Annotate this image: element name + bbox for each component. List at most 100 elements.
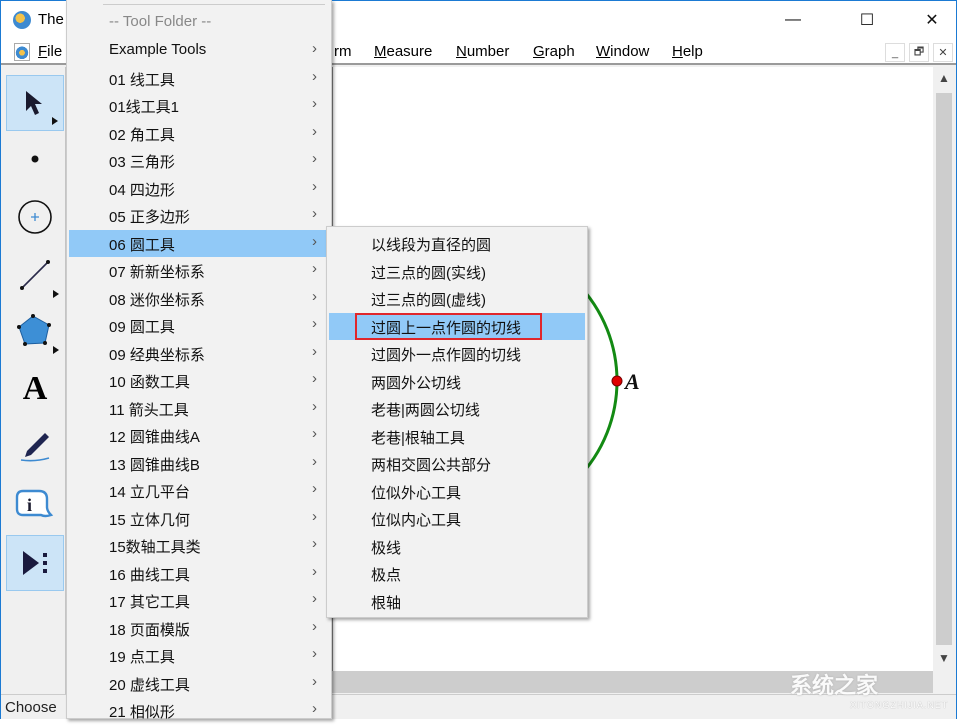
circle-tool-item[interactable]: 以线段为直径的圆 <box>329 230 585 258</box>
menu-file[interactable]: File <box>38 43 62 60</box>
maximize-button[interactable]: ☐ <box>844 1 890 39</box>
highlight-annotation-box <box>355 312 542 340</box>
circle-tool-item[interactable]: 老巷|两圆公切线 <box>329 395 585 423</box>
close-button[interactable]: ✕ <box>909 1 955 39</box>
polygon-tool[interactable] <box>6 303 64 359</box>
menu-item-label: 12 圆锥曲线A <box>109 429 200 446</box>
menu-header-label: -- Tool Folder -- <box>109 13 212 30</box>
info-icon: i <box>15 489 54 518</box>
text-tool[interactable]: A <box>6 361 64 417</box>
circle-tool-item[interactable]: 两相交圆公共部分 <box>329 450 585 478</box>
tool-folder-item[interactable]: 15 立体几何 › <box>69 505 329 533</box>
menu-help[interactable]: Help <box>672 43 703 60</box>
custom-tools[interactable] <box>6 535 64 591</box>
circle-tool-item[interactable]: 位似内心工具 <box>329 505 585 533</box>
menu-item-label: 两相交圆公共部分 <box>371 457 492 474</box>
menu-item-label: 过三点的圆(实线) <box>371 264 486 282</box>
menu-transform[interactable]: rm <box>334 43 352 60</box>
circle-tool-item[interactable]: 过三点的圆(虚线) <box>329 285 585 313</box>
tool-folder-item[interactable]: 13 圆锥曲线B › <box>69 450 329 478</box>
menu-number[interactable]: Number <box>456 43 509 60</box>
menu-item-label: 位似内心工具 <box>371 512 462 529</box>
point-tool[interactable] <box>6 131 64 187</box>
submenu-arrow-icon: › <box>312 260 317 277</box>
menu-item-label: 15 立体几何 <box>109 511 190 529</box>
submenu-arrow-icon: › <box>312 342 317 360</box>
circle-tool-item[interactable]: 位似外心工具 <box>329 478 585 506</box>
tool-folder-item[interactable]: 04 四边形 › <box>69 175 329 203</box>
tool-folder-item[interactable]: 14 立几平台 › <box>69 477 329 505</box>
submenu-arrow-icon: › <box>312 590 317 607</box>
watermark: 系统之家 <box>790 673 879 698</box>
scroll-up-icon[interactable]: ▲ <box>938 71 950 85</box>
doc-restore-button[interactable]: 🗗 <box>909 43 929 62</box>
segment-icon <box>20 260 50 290</box>
tool-folder-item[interactable]: 09 圆工具 › <box>69 312 329 340</box>
tool-folder-item[interactable]: 03 三角形 › <box>69 147 329 175</box>
submenu-arrow-icon: › <box>312 287 317 305</box>
custom-tools-icon <box>23 551 47 575</box>
menu-item-label: 极点 <box>371 567 402 584</box>
circle-tool-item[interactable]: 极点 <box>329 560 585 588</box>
tool-folder-item[interactable]: 20 虚线工具 › <box>69 670 329 698</box>
submenu-arrow-icon: › <box>312 700 317 717</box>
submenu-arrow-icon: › <box>312 95 317 112</box>
doc-close-button[interactable]: ✕ <box>933 43 953 62</box>
information-tool[interactable]: i <box>6 477 64 533</box>
circle-tool-item[interactable]: 过圆外一点作圆的切线 <box>329 340 585 368</box>
menu-item-label: Example Tools <box>109 41 207 58</box>
menu-item-label: 19 点工具 <box>109 649 175 666</box>
menu-window[interactable]: Window <box>596 43 649 60</box>
menu-item-label: 01 线工具 <box>109 71 175 89</box>
tool-folder-item[interactable]: Example Tools › <box>69 37 329 65</box>
circle-tool-item[interactable]: 根轴 <box>329 588 585 616</box>
tool-folder-item[interactable]: 16 曲线工具 › <box>69 560 329 588</box>
menu-graph[interactable]: Graph <box>533 43 575 60</box>
compass-tool[interactable] <box>6 189 64 245</box>
tool-folder-item[interactable]: 12 圆锥曲线A › <box>69 422 329 450</box>
circle-tool-item[interactable]: 极线 <box>329 533 585 561</box>
circle-tool-item[interactable]: 过圆上一点作圆的切线 <box>329 312 585 340</box>
tool-folder-item[interactable]: 07 新新坐标系 › <box>69 257 329 285</box>
tool-folder-item[interactable]: 15数轴工具类 › <box>69 532 329 560</box>
minimize-button[interactable]: — <box>770 1 816 39</box>
tool-folder-item[interactable]: 01 线工具 › <box>69 65 329 93</box>
tool-folder-item[interactable]: 18 页面模版 › <box>69 615 329 643</box>
menu-item-label: 16 曲线工具 <box>109 566 190 584</box>
point-a <box>611 375 623 387</box>
tool-folder-item[interactable]: 10 函数工具 › <box>69 367 329 395</box>
menu-item-label: 位似外心工具 <box>371 484 462 502</box>
tool-folder-item[interactable]: 08 迷你坐标系 › <box>69 285 329 313</box>
document-icon[interactable] <box>14 43 30 61</box>
menu-item-label: 01线工具1 <box>109 99 180 116</box>
scroll-down-icon[interactable]: ▼ <box>938 651 950 665</box>
marker-tool[interactable] <box>6 419 64 475</box>
menu-item-label: 05 正多边形 <box>109 209 190 226</box>
straightedge-tool[interactable] <box>6 247 64 303</box>
tool-folder-item[interactable]: 21 相似形 › <box>69 697 329 725</box>
tool-folder-item[interactable]: 01线工具1 › <box>69 92 329 120</box>
tool-folder-header: -- Tool Folder -- <box>69 9 329 37</box>
circle-tool-item[interactable]: 过三点的圆(实线) <box>329 258 585 286</box>
tool-folder-item[interactable]: 09 经典坐标系 › <box>69 340 329 368</box>
menu-measure[interactable]: Measure <box>374 43 432 60</box>
vertical-scrollbar[interactable]: ▲ ▼ <box>933 67 955 671</box>
status-text: Choose <box>5 699 57 716</box>
menu-item-label: 20 虚线工具 <box>109 676 190 694</box>
submenu-arrow-icon: › <box>312 645 317 662</box>
menu-item-label: 02 角工具 <box>109 126 175 144</box>
tool-folder-item[interactable]: 17 其它工具 › <box>69 587 329 615</box>
circle-tool-item[interactable]: 两圆外公切线 <box>329 368 585 396</box>
tool-folder-item[interactable]: 02 角工具 › <box>69 120 329 148</box>
arrow-tool[interactable] <box>6 75 64 131</box>
tool-folder-item[interactable]: 06 圆工具 › <box>69 229 329 257</box>
tool-folder-item[interactable]: 19 点工具 › <box>69 642 329 670</box>
circle-tool-item[interactable]: 老巷|根轴工具 <box>329 423 585 451</box>
tool-folder-item[interactable]: 11 箭头工具 › <box>69 395 329 423</box>
tool-folder-item[interactable]: 05 正多边形 › <box>69 202 329 230</box>
menu-item-label: 过三点的圆(虚线) <box>371 292 486 309</box>
vertical-scroll-thumb[interactable] <box>936 93 952 645</box>
menu-item-label: 老巷|根轴工具 <box>371 429 465 447</box>
doc-minimize-button[interactable]: _ <box>885 43 905 62</box>
menu-item-label: 06 圆工具 <box>109 236 175 254</box>
